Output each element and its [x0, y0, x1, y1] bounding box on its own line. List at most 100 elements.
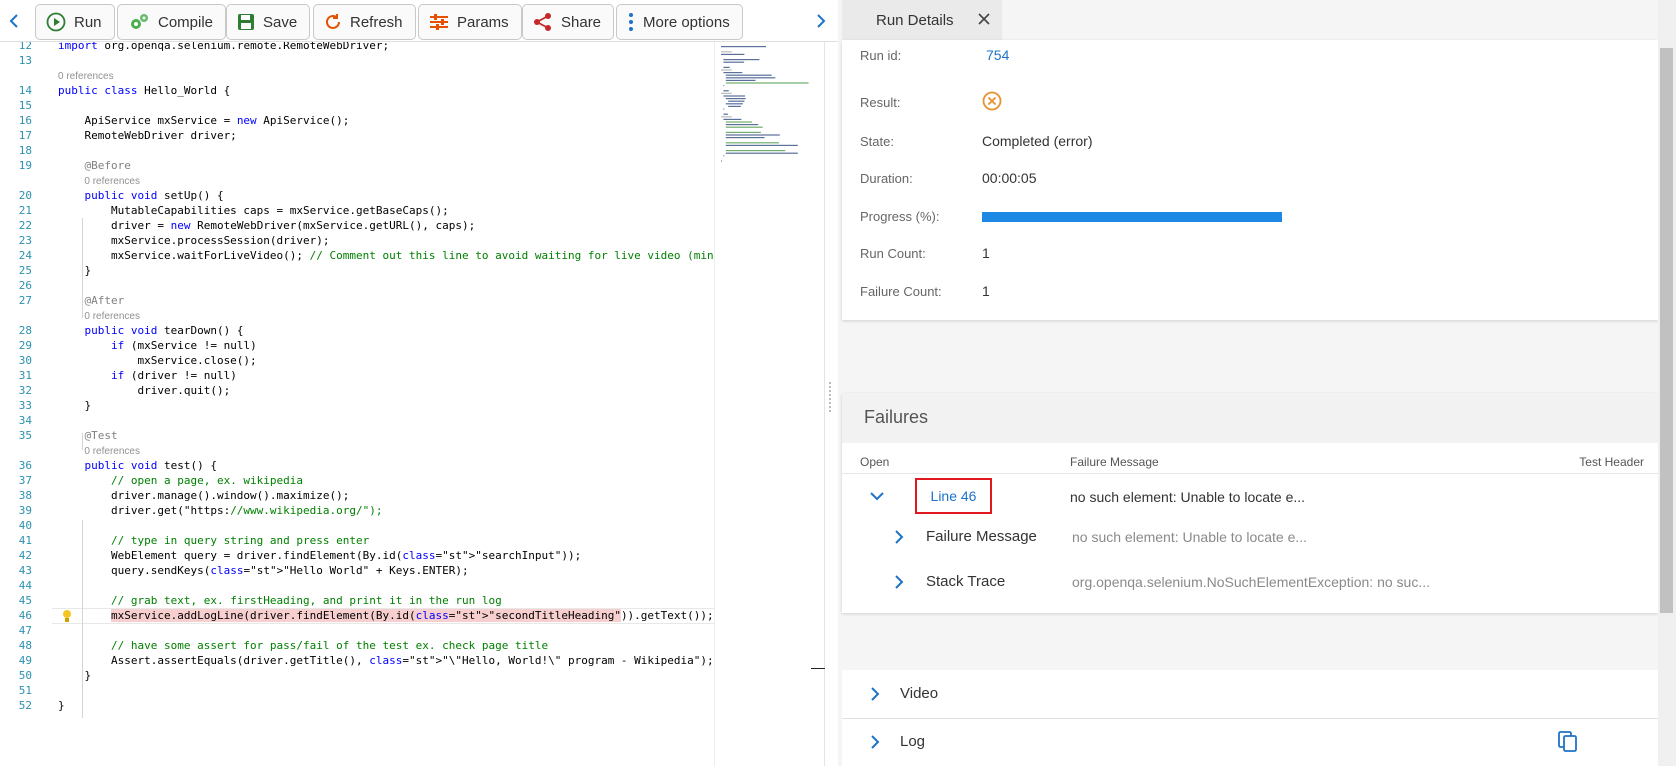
splitter-handle[interactable]	[811, 42, 838, 766]
line-number: 21	[18, 204, 32, 217]
code-minimap[interactable]	[714, 42, 824, 766]
code-line[interactable]: public void test() {	[58, 458, 217, 474]
code-editor[interactable]: 12 13 14 15 16 17 18 19 20 21 22 23 24 25 26 27 28 29 30 31…	[0, 42, 714, 766]
failure-message-label[interactable]: Failure Message	[926, 528, 1037, 545]
code-line[interactable]: driver.get("https://www.wikipedia.org/")…	[58, 503, 383, 519]
params-button[interactable]: Params	[418, 4, 522, 40]
line-number: 27	[18, 294, 32, 307]
line-number: 52	[18, 699, 32, 712]
code-line[interactable]: public class Hello_World {	[58, 83, 230, 99]
code-line[interactable]: public void tearDown() {	[58, 323, 244, 339]
expand-stack-trace-icon[interactable]	[894, 575, 904, 594]
failure-message-value: no such element: Unable to locate e...	[1072, 529, 1308, 545]
params-label: Params	[457, 13, 509, 31]
failures-title: Failures	[864, 407, 929, 427]
refresh-label: Refresh	[350, 13, 403, 31]
line-number: 30	[18, 354, 32, 367]
video-section[interactable]: Video	[842, 670, 1658, 718]
run-details-panel: Run Details Run id: 754 Result: State: C…	[838, 0, 1676, 766]
line-number: 17	[18, 129, 32, 142]
stack-trace-label[interactable]: Stack Trace	[926, 573, 1005, 590]
save-label: Save	[263, 13, 298, 31]
code-line[interactable]: RemoteWebDriver driver;	[58, 128, 236, 144]
code-line[interactable]: // type in query string and press enter	[58, 533, 369, 549]
line-number: 43	[18, 564, 32, 577]
indent-guide	[82, 218, 83, 318]
code-line[interactable]: mxService.waitForLiveVideo(); // Comment…	[58, 248, 714, 264]
code-line[interactable]: mxService.addLogLine(driver.findElement(…	[58, 608, 714, 624]
code-line[interactable]: @Before	[58, 158, 131, 174]
copy-icon[interactable]	[1558, 731, 1578, 758]
expand-log-icon[interactable]	[870, 735, 880, 754]
log-label: Log	[900, 733, 926, 750]
code-line[interactable]: }	[58, 698, 65, 714]
error-result-icon	[982, 91, 1002, 111]
line-number: 20	[18, 189, 32, 202]
line-number: 35	[18, 429, 32, 442]
line-number: 28	[18, 324, 32, 337]
panel-scrollbar-thumb[interactable]	[1660, 48, 1673, 613]
stack-trace-value: org.openqa.selenium.NoSuchElementExcepti…	[1072, 574, 1430, 590]
state-value: Completed (error)	[982, 133, 1093, 149]
code-line[interactable]: WebElement query = driver.findElement(By…	[58, 548, 581, 564]
code-line[interactable]: @After	[58, 293, 125, 309]
code-line[interactable]: // open a page, ex. wikipedia	[58, 473, 303, 489]
close-icon[interactable]	[978, 12, 990, 29]
code-line[interactable]: Assert.assertEquals(driver.getTitle(), c…	[58, 653, 714, 669]
line-number: 40	[18, 519, 32, 532]
code-line[interactable]: ApiService mxService = new ApiService();	[58, 113, 349, 129]
code-area[interactable]: import org.openqa.selenium.remote.Remote…	[58, 42, 714, 766]
code-line[interactable]: driver = new RemoteWebDriver(mxService.g…	[58, 218, 475, 234]
code-line[interactable]: mxService.processSession(driver);	[58, 233, 330, 249]
code-line[interactable]: import org.openqa.selenium.remote.Remote…	[58, 42, 389, 54]
code-line[interactable]: mxService.close();	[58, 353, 256, 369]
code-line[interactable]: }	[58, 263, 91, 279]
run-count-label: Run Count:	[860, 246, 926, 261]
code-line[interactable]: query.sendKeys(class="st">"Hello World" …	[58, 563, 469, 579]
line-46-link[interactable]: Line 46	[915, 478, 992, 514]
more-vertical-icon	[629, 13, 633, 31]
more-options-button[interactable]: More options	[616, 4, 743, 40]
line-number: 34	[18, 414, 32, 427]
line-number: 50	[18, 669, 32, 682]
line-number: 41	[18, 534, 32, 547]
compile-button[interactable]: Compile	[117, 4, 227, 40]
line-number: 39	[18, 504, 32, 517]
collapse-row-icon[interactable]	[870, 488, 884, 506]
progress-track	[982, 212, 1282, 222]
run-id-link[interactable]: 754	[986, 47, 1009, 63]
code-line[interactable]: driver.quit();	[58, 383, 230, 399]
save-button[interactable]: Save	[226, 4, 311, 40]
code-line[interactable]: }	[58, 398, 91, 414]
code-line[interactable]: @Test	[58, 428, 118, 444]
expand-video-icon[interactable]	[870, 687, 880, 706]
indent-guide	[82, 433, 83, 450]
code-line[interactable]: MutableCapabilities caps = mxService.get…	[58, 203, 449, 219]
col-test-header-header: Test Header	[1579, 455, 1644, 469]
code-line[interactable]: if (mxService != null)	[58, 338, 257, 354]
code-line[interactable]: // grab text, ex. firstHeading, and prin…	[58, 593, 502, 609]
tab-run-details[interactable]: Run Details	[842, 0, 1002, 40]
scroll-left-icon[interactable]	[3, 10, 25, 32]
play-icon	[46, 12, 66, 32]
share-button[interactable]: Share	[522, 4, 615, 40]
expand-failure-message-icon[interactable]	[894, 530, 904, 549]
code-line[interactable]: if (driver != null)	[58, 368, 237, 384]
video-label: Video	[900, 685, 939, 702]
scroll-right-icon[interactable]	[810, 10, 832, 32]
line-number: 23	[18, 234, 32, 247]
log-section[interactable]: Log	[842, 719, 1658, 766]
line-number: 24	[18, 249, 32, 262]
col-open-header: Open	[860, 455, 890, 469]
lightbulb-icon[interactable]	[62, 609, 72, 623]
refresh-button[interactable]: Refresh	[313, 4, 416, 40]
result-label: Result:	[860, 95, 901, 110]
code-line[interactable]: // have some assert for pass/fail of the…	[58, 638, 548, 654]
code-line[interactable]: driver.manage().window().maximize();	[58, 488, 349, 504]
code-line[interactable]: public void setUp() {	[58, 188, 224, 204]
run-count-value: 1	[982, 245, 990, 261]
line-number: 49	[18, 654, 32, 667]
run-button[interactable]: Run	[35, 4, 115, 40]
progress-bar	[982, 212, 1282, 222]
code-line[interactable]: }	[58, 668, 91, 684]
